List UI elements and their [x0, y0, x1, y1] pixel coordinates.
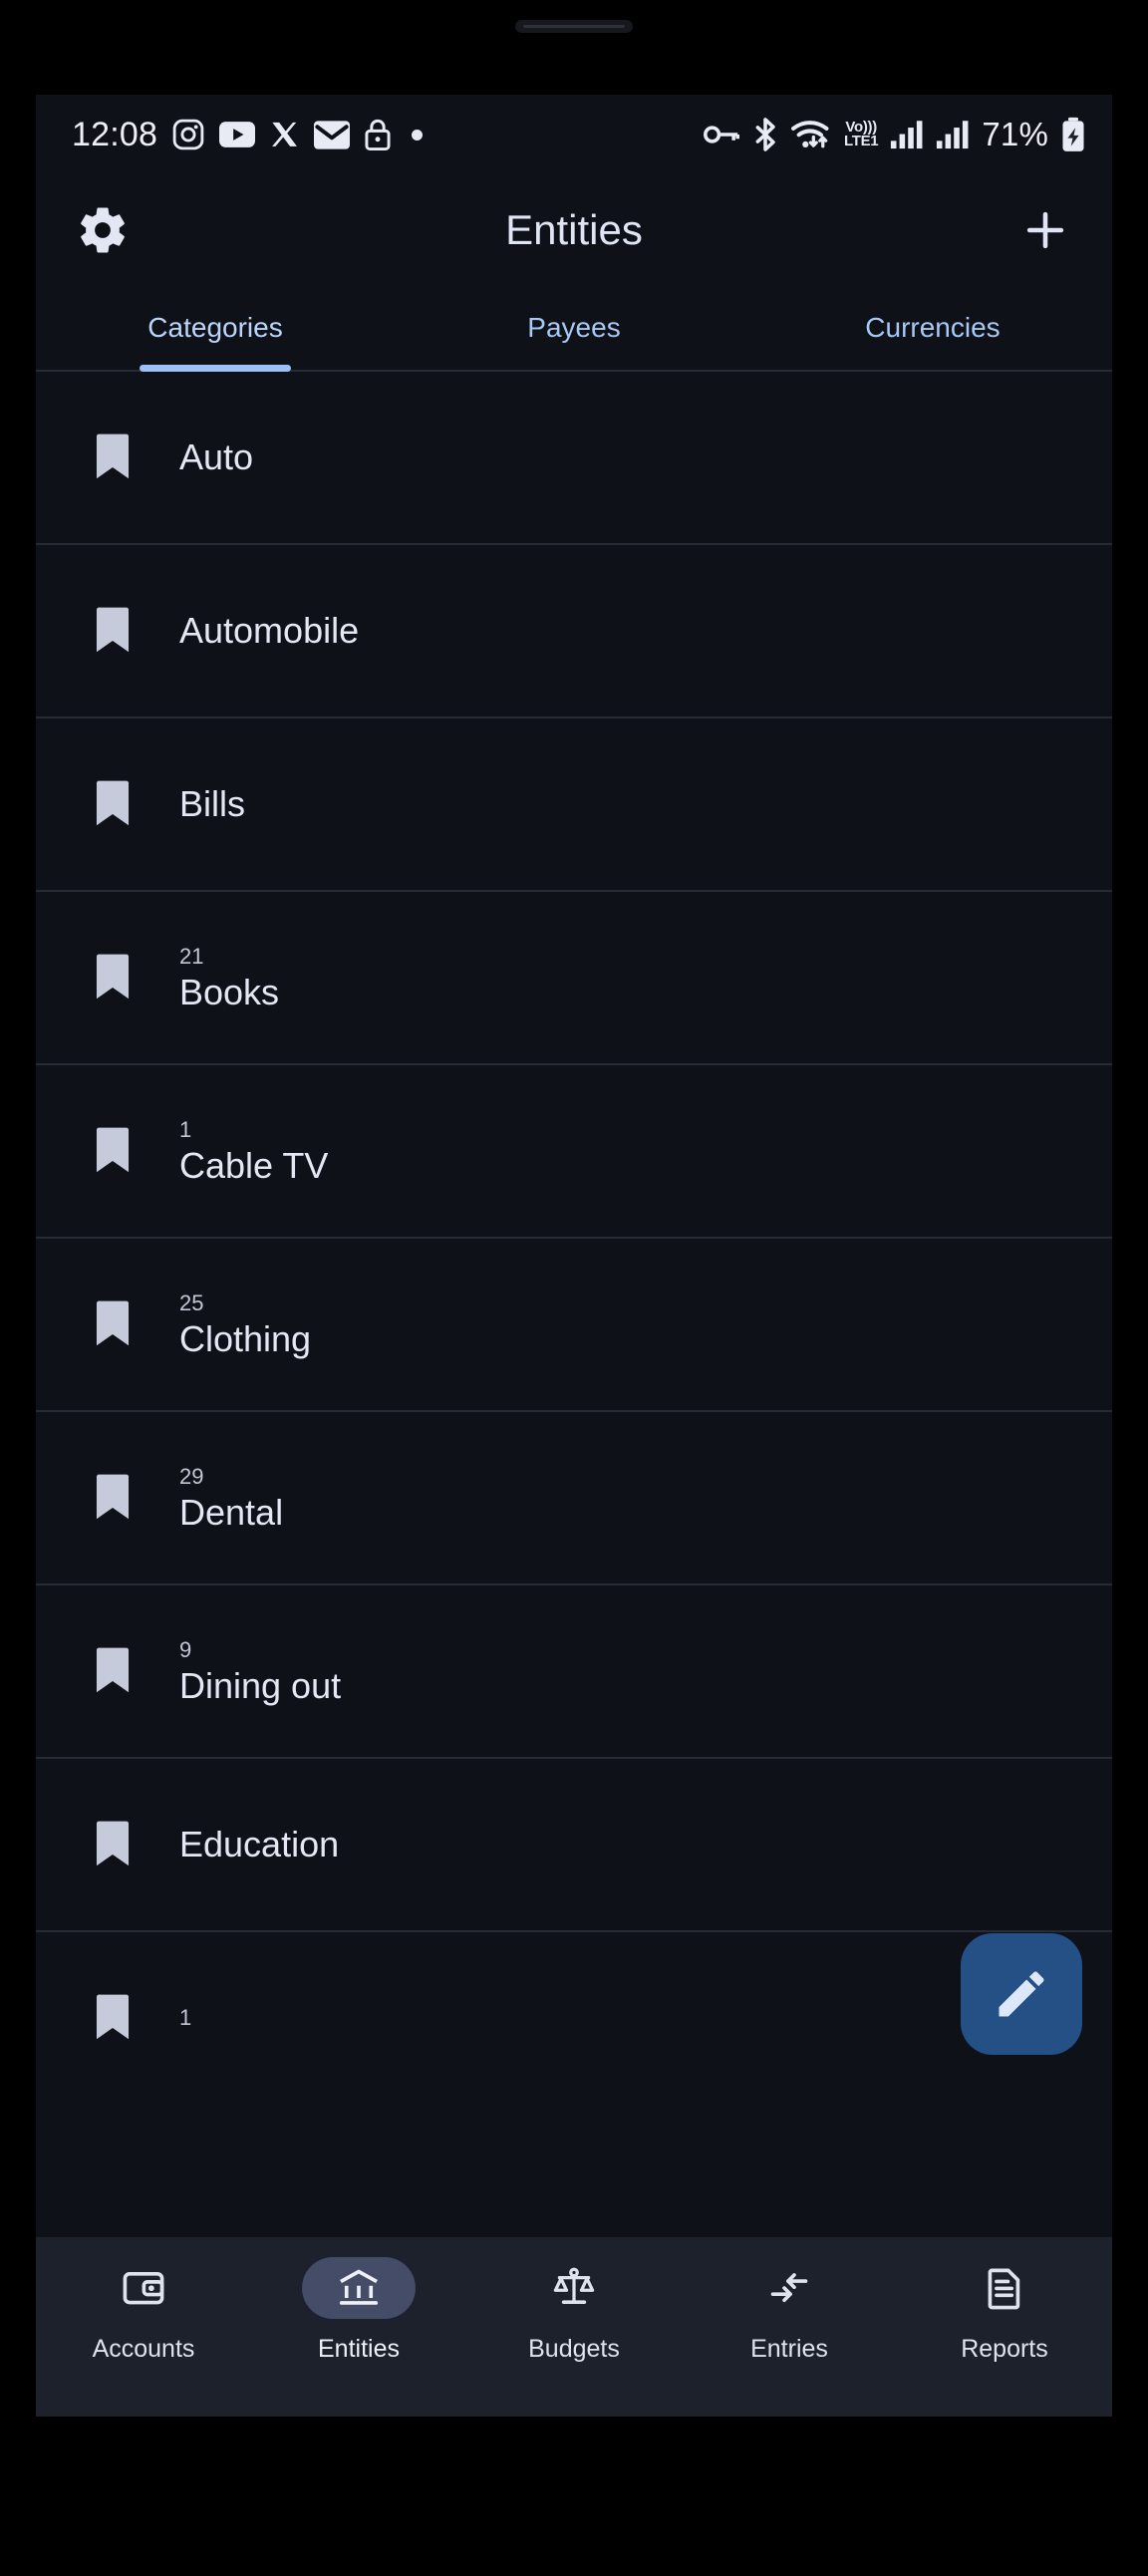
bank-building-icon [302, 2257, 416, 2319]
transfer-arrows-icon [732, 2257, 846, 2319]
camera-notch [515, 20, 633, 33]
bookmark-icon [84, 431, 142, 483]
list-item[interactable]: 25 Clothing [36, 1239, 1112, 1412]
bookmark-icon [84, 1298, 142, 1350]
category-list[interactable]: Auto Automobile Bills 21 Books 1 Cable T… [36, 372, 1112, 2073]
x-twitter-icon [272, 122, 297, 146]
list-item-texts: Auto [179, 436, 253, 477]
bookmark-icon [84, 1472, 142, 1524]
list-item[interactable]: Auto [36, 372, 1112, 545]
status-bar-left-group: 12:08 [72, 115, 424, 154]
list-item-texts: 21 Books [179, 943, 279, 1012]
signal-icon-2 [937, 121, 969, 149]
list-item[interactable]: Education [36, 1759, 1112, 1932]
status-bar-right-group: Vo))) LTE1 71% [703, 116, 1086, 153]
list-item-label: Education [179, 1824, 340, 1865]
list-item-count: 29 [179, 1464, 204, 1490]
bookmark-icon [84, 778, 142, 830]
list-item-label: Dining out [179, 1664, 342, 1706]
battery-percent-label: 71% [982, 116, 1048, 152]
edit-fab-button[interactable] [961, 1933, 1082, 2055]
nav-item-entries[interactable]: Entries [682, 2257, 897, 2364]
gmail-icon [314, 120, 351, 149]
tab-payees[interactable]: Payees [395, 286, 753, 370]
volte-icon: Vo))) LTE1 [843, 119, 879, 149]
list-item-count: 1 [179, 2004, 192, 2030]
list-item-label: Clothing [179, 1317, 312, 1359]
gear-icon [81, 207, 125, 253]
nav-item-reports[interactable]: Reports [897, 2257, 1112, 2364]
list-item-partial[interactable]: 1 [36, 1932, 1112, 2073]
list-item-texts: 25 Clothing [179, 1289, 311, 1359]
document-icon [948, 2257, 1061, 2319]
phone-device-frame: 12:08 Vo))) LTE1 71% Entities Categories… [0, 0, 1148, 2576]
nav-item-accounts[interactable]: Accounts [36, 2257, 251, 2364]
youtube-icon [219, 122, 256, 147]
bottom-navigation-bar: Accounts Entities Budgets Entries Report… [36, 2237, 1112, 2417]
list-item-label: Automobile [179, 610, 360, 652]
list-item-count: 1 [179, 1117, 192, 1143]
wifi-icon [791, 121, 829, 148]
list-item-texts: Bills [179, 783, 245, 824]
page-title: Entities [505, 206, 643, 253]
bookmark-icon [84, 1992, 142, 2044]
battery-charging-icon [1062, 117, 1084, 151]
list-item-count: 25 [179, 1290, 204, 1316]
tab-bar: Categories Payees Currencies [36, 286, 1112, 372]
plus-icon [1026, 211, 1064, 249]
list-item[interactable]: Automobile [36, 545, 1112, 718]
list-item-texts: Automobile [179, 610, 359, 651]
list-item-texts: Education [179, 1824, 339, 1864]
tab-categories[interactable]: Categories [36, 286, 395, 370]
list-item[interactable]: Bills [36, 718, 1112, 892]
nav-item-entries-label: Entries [750, 2335, 828, 2363]
list-item-label: Dental [179, 1491, 284, 1533]
pencil-edit-icon [999, 1971, 1044, 2017]
bookmark-icon [84, 1819, 142, 1870]
list-item-count: 21 [179, 944, 204, 970]
status-clock: 12:08 [72, 115, 158, 153]
bookmark-icon [84, 1125, 142, 1177]
list-item[interactable]: 21 Books [36, 892, 1112, 1065]
list-item-count: 9 [179, 1637, 192, 1663]
list-item-texts: 29 Dental [179, 1463, 283, 1533]
signal-icon-1 [891, 121, 923, 149]
list-item-texts: 9 Dining out [179, 1636, 341, 1706]
bookmark-icon [84, 1645, 142, 1697]
phone-screen: 12:08 Vo))) LTE1 71% Entities Categories… [36, 95, 1112, 2417]
tab-currencies-label: Currencies [865, 312, 1001, 343]
list-item-texts: 1 Cable TV [179, 1116, 328, 1186]
nav-item-accounts-label: Accounts [92, 2335, 195, 2363]
nav-item-entities-label: Entities [318, 2335, 400, 2363]
lock-icon [365, 119, 391, 151]
list-item-label: Bills [179, 783, 246, 825]
bookmark-icon [84, 952, 142, 1003]
app-bar: Entities [36, 174, 1112, 286]
nav-item-entities[interactable]: Entities [251, 2257, 466, 2364]
earpiece-speaker-grill [523, 25, 625, 28]
tab-currencies[interactable]: Currencies [753, 286, 1112, 370]
list-item-label: Auto [179, 436, 254, 478]
instagram-icon [172, 119, 204, 150]
wallet-icon [87, 2257, 200, 2319]
status-bar: 12:08 Vo))) LTE1 71% [36, 95, 1112, 174]
add-button[interactable] [1010, 195, 1080, 265]
nav-item-reports-label: Reports [961, 2335, 1048, 2363]
balance-scale-icon [517, 2257, 631, 2319]
bluetooth-icon [755, 118, 775, 151]
settings-button[interactable] [68, 195, 138, 265]
list-item[interactable]: 9 Dining out [36, 1585, 1112, 1759]
dot-indicator-icon [412, 129, 424, 141]
tab-payees-label: Payees [527, 312, 621, 343]
list-item-label: Cable TV [179, 1144, 329, 1186]
vpn-key-icon [703, 126, 739, 143]
nav-item-budgets-label: Budgets [528, 2335, 620, 2363]
bookmark-icon [84, 605, 142, 657]
list-item-label: Books [179, 971, 280, 1012]
list-item[interactable]: 1 Cable TV [36, 1065, 1112, 1239]
list-item[interactable]: 29 Dental [36, 1412, 1112, 1585]
tab-categories-label: Categories [147, 312, 283, 343]
list-item-texts: 1 [179, 2004, 191, 2033]
nav-item-budgets[interactable]: Budgets [466, 2257, 682, 2364]
